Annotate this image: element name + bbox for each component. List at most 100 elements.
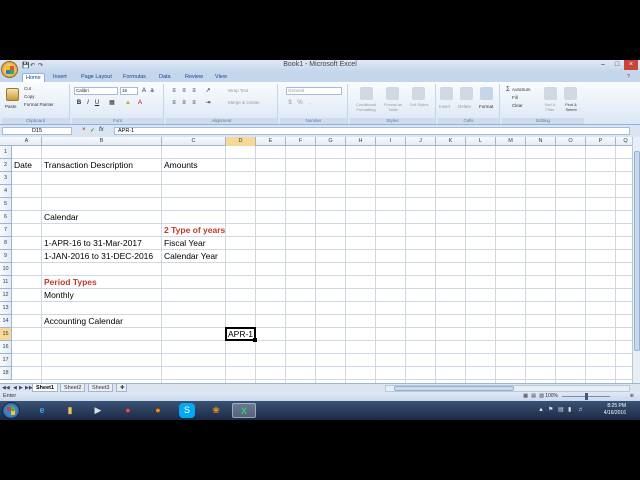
tab-page-layout[interactable]: Page Layout (78, 73, 115, 82)
row-header-17[interactable]: 17 (0, 354, 12, 367)
delete-cells-icon[interactable] (460, 87, 473, 100)
office-button[interactable] (1, 61, 18, 78)
horizontal-scrollbar[interactable] (385, 385, 630, 392)
tab-insert[interactable]: Insert (50, 73, 70, 82)
column-header-d[interactable]: D (226, 137, 256, 146)
cell-c2[interactable]: Amounts (162, 159, 198, 172)
cell-c9[interactable]: Calendar Year (162, 250, 218, 263)
indent-icon[interactable]: ⇥ (204, 99, 212, 107)
cell-c7[interactable]: 2 Type of years (162, 224, 225, 237)
cell-b6[interactable]: Calendar (42, 211, 79, 224)
wrap-text-button[interactable]: Wrap Text (228, 88, 248, 93)
tab-home[interactable]: Home (22, 73, 45, 82)
maximize-button[interactable]: □ (610, 60, 624, 70)
column-header-g[interactable]: G (316, 137, 346, 146)
autosum-button[interactable]: AutoSum (512, 87, 531, 92)
format-as-table-button[interactable]: Format as Table (380, 102, 406, 112)
font-size-select[interactable]: 16 (120, 87, 138, 95)
column-header-c[interactable]: C (162, 137, 226, 146)
next-sheet-icon[interactable]: ▶ (19, 385, 23, 391)
orientation-icon[interactable]: ↗ (204, 87, 212, 95)
save-icon[interactable]: 💾 (22, 62, 29, 69)
skype-icon[interactable]: S (179, 403, 195, 418)
cancel-icon[interactable]: × (82, 127, 86, 133)
row-header-9[interactable]: 9 (0, 250, 12, 263)
row-header-10[interactable]: 10 (0, 263, 12, 276)
italic-button[interactable]: I (84, 99, 92, 107)
autosum-icon[interactable]: Σ (504, 86, 512, 94)
undo-icon[interactable]: ↶ (30, 62, 35, 69)
row-header-14[interactable]: 14 (0, 315, 12, 328)
row-header-3[interactable]: 3 (0, 172, 12, 185)
cell-b12[interactable]: Monthly (42, 289, 74, 302)
tray-flag-icon[interactable]: ⚑ (548, 407, 554, 413)
insert-cells-icon[interactable] (440, 87, 453, 100)
borders-icon[interactable]: ▦ (108, 99, 116, 107)
column-header-k[interactable]: K (436, 137, 466, 146)
underline-button[interactable]: U (93, 99, 101, 107)
sheet-tab-sheet2[interactable]: Sheet2 (60, 384, 86, 392)
column-header-l[interactable]: L (466, 137, 496, 146)
fill-handle[interactable] (253, 338, 257, 342)
row-header-8[interactable]: 8 (0, 237, 12, 250)
tray-volume-icon[interactable]: ♬ (578, 407, 584, 413)
normal-view-icon[interactable]: ▦ (523, 393, 528, 399)
cell-c8[interactable]: Fiscal Year (162, 237, 206, 250)
align-center-icon[interactable]: ≡ (180, 99, 188, 107)
conditional-formatting-button[interactable]: Conditional Formatting (352, 102, 380, 112)
column-header-n[interactable]: N (526, 137, 556, 146)
cell-b9[interactable]: 1-JAN-2016 to 31-DEC-2016 (42, 250, 153, 263)
align-bottom-icon[interactable]: ≡ (190, 87, 198, 95)
paste-icon[interactable] (6, 88, 19, 101)
cell-b11[interactable]: Period Types (42, 276, 97, 289)
row-header-7[interactable]: 7 (0, 224, 12, 237)
row-header-18[interactable]: 18 (0, 367, 12, 380)
paste-button[interactable]: Paste (5, 104, 17, 109)
row-header-2[interactable]: 2 (0, 159, 12, 172)
format-button[interactable]: Format (479, 104, 493, 109)
formula-input[interactable]: APR-1 (114, 127, 630, 135)
spreadsheet-grid[interactable]: ABCDEFGHIJKLMNOPQ 1 2 3 4 5 6 7 8 9 10 11 12 13 14 15 1… (0, 137, 632, 383)
format-cells-icon[interactable] (480, 87, 493, 100)
currency-icon[interactable]: $ (286, 99, 294, 107)
font-color-icon[interactable]: A (136, 99, 144, 107)
first-sheet-icon[interactable]: ◀◀ (2, 385, 10, 391)
zoom-slider-knob[interactable] (585, 393, 588, 400)
tray-battery-icon[interactable]: ▮ (568, 407, 574, 413)
row-header-11[interactable]: 11 (0, 276, 12, 289)
zoom-level[interactable]: 100% (545, 393, 558, 399)
column-header-h[interactable]: H (346, 137, 376, 146)
prev-sheet-icon[interactable]: ◀ (13, 385, 17, 391)
start-button[interactable] (2, 402, 20, 419)
horizontal-scroll-thumb[interactable] (394, 386, 514, 391)
row-header-13[interactable]: 13 (0, 302, 12, 315)
insert-sheet-icon[interactable]: ✚ (116, 384, 127, 392)
firefox-icon[interactable]: ● (146, 403, 170, 418)
zoom-in-icon[interactable]: ⊕ (630, 393, 634, 399)
grow-font-icon[interactable]: A (140, 87, 148, 95)
cell-styles-button[interactable]: Cell Styles (408, 102, 430, 108)
name-box[interactable]: D15 (2, 127, 72, 135)
column-header-j[interactable]: J (406, 137, 436, 146)
paint-icon[interactable]: ❀ (204, 403, 228, 418)
cell-b8[interactable]: 1-APR-16 to 31-Mar-2017 (42, 237, 142, 250)
align-left-icon[interactable]: ≡ (170, 99, 178, 107)
media-player-icon[interactable]: ▶ (86, 403, 110, 418)
find-select-icon[interactable] (564, 87, 577, 100)
insert-button[interactable]: Insert (439, 104, 450, 109)
tray-network-icon[interactable]: ▤ (558, 407, 564, 413)
delete-button[interactable]: Delete (458, 104, 471, 109)
clear-button[interactable]: Clear (512, 103, 523, 108)
column-header-i[interactable]: I (376, 137, 406, 146)
redo-icon[interactable]: ↷ (38, 62, 43, 69)
tab-view[interactable]: View (212, 73, 230, 82)
font-name-select[interactable]: Calibri (74, 87, 118, 95)
tray-arrow-icon[interactable]: ▲ (538, 407, 544, 413)
cell-styles-icon[interactable] (412, 87, 425, 100)
insert-function-icon[interactable]: fx (99, 127, 104, 133)
cell-b2[interactable]: Transaction Description (42, 159, 133, 172)
tab-formulas[interactable]: Formulas (120, 73, 149, 82)
cell-a2[interactable]: Date (12, 159, 32, 172)
align-right-icon[interactable]: ≡ (190, 99, 198, 107)
row-header-1[interactable]: 1 (0, 146, 12, 159)
